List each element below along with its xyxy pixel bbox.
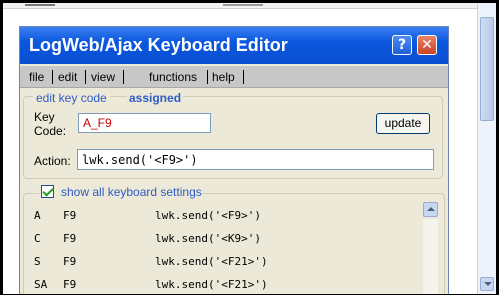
menu-separator [243,70,244,84]
settings-row[interactable]: C F9 lwk.send('<K9>') [25,232,425,248]
page-scrollbar[interactable] [477,3,496,294]
key-code-label-line2: Code: [34,124,67,138]
menu-functions[interactable]: functions [149,70,197,84]
settings-row[interactable]: S F9 lwk.send('<F21>') [25,255,425,271]
action-label: Action: [34,154,71,168]
key-code-label-line1: Key [34,110,55,124]
menu-separator [52,70,53,84]
row-modifier: C [34,232,41,245]
row-key: F9 [63,232,77,245]
page-top-strip [3,3,477,9]
row-modifier: A [34,209,41,222]
menu-separator [123,70,124,84]
row-modifier: S [34,255,41,268]
settings-row[interactable]: SA F9 lwk.send('<F21>') [25,278,425,294]
menu-separator [85,70,86,84]
row-action: lwk.send('<K9>') [155,232,261,245]
row-action: lwk.send('<F21>') [155,278,268,291]
menu-bar: file edit view functions help [20,66,448,88]
settings-list-scrollbar[interactable] [423,219,438,294]
tab-assigned[interactable]: assigned [127,91,184,105]
menu-help[interactable]: help [212,70,235,84]
row-key: F9 [63,255,77,268]
settings-row[interactable]: A F9 lwk.send('<F9>') [25,209,425,225]
menu-separator [207,70,208,84]
keyboard-settings-list: A F9 lwk.send('<F9>') C F9 lwk.send('<K9… [25,202,425,294]
show-all-label[interactable]: show all keyboard settings [61,185,202,199]
help-icon[interactable]: ? [392,35,412,55]
tab-edit-key-code[interactable]: edit key code [33,91,110,105]
close-icon[interactable]: ✕ [417,35,437,55]
keyboard-editor-window: LogWeb/Ajax Keyboard Editor ? ✕ file edi… [19,26,449,294]
key-code-input[interactable]: A_F9 [78,113,211,133]
window-title: LogWeb/Ajax Keyboard Editor [29,35,288,55]
row-action: lwk.send('<F21>') [155,255,268,268]
row-key: F9 [63,278,77,291]
key-code-label: Key Code: [34,110,66,138]
row-modifier: SA [34,278,48,291]
action-input[interactable]: lwk.send('<F9>') [77,149,434,170]
window-titlebar: LogWeb/Ajax Keyboard Editor ? ✕ [20,27,448,64]
chevron-up-icon[interactable] [423,202,438,217]
browser-viewport: LogWeb/Ajax Keyboard Editor ? ✕ file edi… [0,0,499,295]
show-all-checkbox[interactable] [41,185,54,198]
row-action: lwk.send('<F9>') [155,209,261,222]
page-scrollbar-thumb[interactable] [480,17,494,121]
menu-edit[interactable]: edit [58,70,77,84]
page-scroll-down-icon[interactable] [480,277,494,291]
menu-view[interactable]: view [91,70,115,84]
row-key: F9 [63,209,77,222]
menu-file[interactable]: file [29,70,44,84]
update-button[interactable]: update [376,113,430,134]
